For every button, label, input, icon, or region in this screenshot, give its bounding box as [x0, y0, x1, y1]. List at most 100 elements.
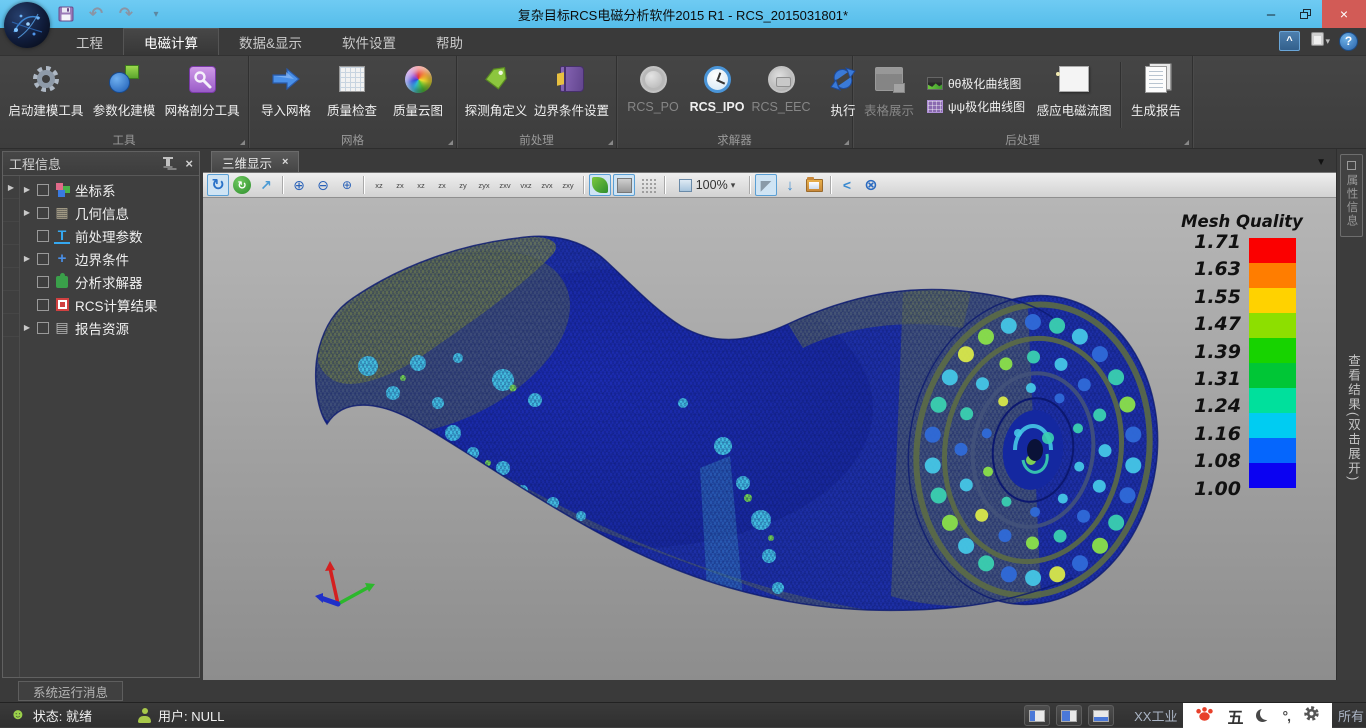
- induced-current-map-button[interactable]: 感应电磁流图: [1031, 58, 1117, 132]
- group-expand-icon[interactable]: [240, 140, 245, 145]
- tab-property-info[interactable]: 属性信息: [1340, 154, 1363, 237]
- boundary-settings-button[interactable]: 边界条件设置: [531, 58, 612, 132]
- save-icon[interactable]: [56, 4, 76, 24]
- help-button[interactable]: ?: [1339, 32, 1358, 51]
- undo-icon[interactable]: ↶: [86, 4, 106, 24]
- tab-project[interactable]: 工程: [56, 28, 123, 55]
- collapse-ribbon-button[interactable]: ^: [1279, 31, 1300, 51]
- pin-icon[interactable]: [161, 157, 175, 171]
- minimize-button[interactable]: –: [1254, 0, 1288, 28]
- surface-view-button[interactable]: [613, 174, 635, 196]
- zoom-in-button[interactable]: ⊕: [288, 174, 310, 196]
- tab-system-messages[interactable]: 系统运行消息: [18, 681, 123, 701]
- tab-3d-display[interactable]: 三维显示 ×: [211, 151, 299, 172]
- capture-button[interactable]: [803, 174, 825, 196]
- psi-polarization-curve-button[interactable]: ψψ极化曲线图: [927, 98, 1025, 115]
- quality-check-button[interactable]: 质量检查: [319, 58, 385, 132]
- tab-list-dropdown-icon[interactable]: ▼: [1316, 157, 1326, 168]
- select-mode-button[interactable]: ◤: [755, 174, 777, 196]
- tree-item-coordinate-system[interactable]: ▶ 坐标系: [20, 178, 199, 201]
- rcs-ipo-solver-button[interactable]: RCS_IPO: [685, 58, 749, 132]
- mesh-model-3d[interactable]: [203, 198, 1336, 679]
- drop-view-button[interactable]: ↓: [779, 174, 801, 196]
- rotate-view-button[interactable]: ↻: [207, 174, 229, 196]
- expander-icon[interactable]: ▶: [22, 208, 32, 217]
- pan-zoom-button[interactable]: ↗: [255, 174, 277, 196]
- tab-close-icon[interactable]: ×: [282, 156, 288, 168]
- tab-help[interactable]: 帮助: [416, 28, 483, 55]
- table-display-button[interactable]: 表格展示: [857, 58, 921, 132]
- quality-cloud-button[interactable]: 质量云图: [385, 58, 451, 132]
- tree-item-boundary-conditions[interactable]: ▶ + 边界条件: [20, 247, 199, 270]
- root-expander-icon[interactable]: ▶: [6, 183, 16, 192]
- tab-software-settings[interactable]: 软件设置: [322, 28, 416, 55]
- cancel-button[interactable]: ⊗: [860, 174, 882, 196]
- layout-wide-panel-button[interactable]: [1056, 705, 1082, 726]
- launch-modeling-tool-button[interactable]: 启动建模工具: [4, 58, 88, 132]
- refresh-view-button[interactable]: ↻: [231, 174, 253, 196]
- tree-item-report-resources[interactable]: ▶ ▤ 报告资源: [20, 316, 199, 339]
- generate-report-button[interactable]: 生成报告: [1124, 58, 1188, 132]
- shaded-view-button[interactable]: [589, 174, 611, 196]
- layout-left-panel-button[interactable]: [1024, 705, 1050, 726]
- probe-angle-button[interactable]: 探测角定义: [461, 58, 531, 132]
- view-orientation-button[interactable]: zvx: [537, 175, 557, 195]
- zoom-out-button[interactable]: ⊖: [312, 174, 334, 196]
- view-orientation-button[interactable]: zxv: [495, 175, 515, 195]
- rcs-eec-solver-button[interactable]: RCS_EEC: [749, 58, 813, 132]
- mesh-partition-tool-button[interactable]: 网格剖分工具: [160, 58, 244, 132]
- tree-item-rcs-results[interactable]: RCS计算结果: [20, 293, 199, 316]
- ime-logo-paw-icon[interactable]: [1195, 705, 1214, 727]
- view-results-collapsed-tab[interactable]: 查看结果(双击展开): [1344, 354, 1363, 482]
- layout-bottom-panel-button[interactable]: [1088, 705, 1114, 726]
- import-mesh-button[interactable]: 导入网格: [253, 58, 319, 132]
- restore-icon: [1300, 9, 1311, 19]
- tab-data-display[interactable]: 数据&显示: [219, 28, 322, 55]
- print-tool-button[interactable]: ▾: [1309, 31, 1330, 51]
- group-expand-icon[interactable]: [1184, 140, 1189, 145]
- checkbox[interactable]: [37, 276, 49, 288]
- rcs-po-solver-button[interactable]: RCS_PO: [621, 58, 685, 132]
- group-expand-icon[interactable]: [844, 140, 849, 145]
- share-button[interactable]: <: [836, 174, 858, 196]
- view-orientation-button[interactable]: xz: [369, 175, 389, 195]
- wireframe-points-button[interactable]: [637, 174, 659, 196]
- group-expand-icon[interactable]: [608, 140, 613, 145]
- tree-item-preprocess-params[interactable]: T 前处理参数: [20, 224, 199, 247]
- view-orientation-button[interactable]: zyx: [474, 175, 494, 195]
- view-orientation-button[interactable]: zx: [390, 175, 410, 195]
- redo-icon[interactable]: ↷: [116, 4, 136, 24]
- quick-access-dropdown-icon[interactable]: ▾: [146, 4, 166, 24]
- parametric-modeling-button[interactable]: 参数化建模: [88, 58, 160, 132]
- tree-item-analysis-solver[interactable]: 分析求解器: [20, 270, 199, 293]
- ime-wubi-mode[interactable]: 五: [1227, 704, 1243, 728]
- group-expand-icon[interactable]: [448, 140, 453, 145]
- close-button[interactable]: ×: [1322, 0, 1366, 28]
- viewport-3d[interactable]: Mesh Quality 1.711.631.551.471.391.311.2…: [203, 198, 1336, 680]
- checkbox[interactable]: [37, 230, 49, 242]
- tree-item-geometry-info[interactable]: ▶ ▦ 几何信息: [20, 201, 199, 224]
- view-orientation-button[interactable]: xz: [411, 175, 431, 195]
- checkbox[interactable]: [37, 253, 49, 265]
- ime-halfwidth-moon-icon[interactable]: [1256, 709, 1269, 722]
- view-orientation-button[interactable]: vxz: [516, 175, 536, 195]
- expander-icon[interactable]: ▶: [22, 185, 32, 194]
- zoom-level-select[interactable]: 100% ▾: [670, 174, 744, 196]
- ime-punctuation-toggle[interactable]: °,: [1282, 708, 1290, 724]
- checkbox[interactable]: [37, 299, 49, 311]
- restore-button[interactable]: [1288, 0, 1322, 28]
- checkbox[interactable]: [37, 184, 49, 196]
- expander-icon[interactable]: ▶: [22, 323, 32, 332]
- theta-polarization-curve-button[interactable]: θθ极化曲线图: [927, 75, 1025, 92]
- view-orientation-button[interactable]: zx: [432, 175, 452, 195]
- tab-em-computation[interactable]: 电磁计算: [123, 28, 219, 55]
- zoom-window-button[interactable]: ⊕: [336, 174, 358, 196]
- panel-close-icon[interactable]: ×: [185, 156, 193, 171]
- zoom-level-value: 100%: [696, 178, 728, 192]
- ime-settings-gear-icon[interactable]: [1303, 705, 1320, 727]
- expander-icon[interactable]: ▶: [22, 254, 32, 263]
- view-orientation-button[interactable]: zy: [453, 175, 473, 195]
- view-orientation-button[interactable]: zxy: [558, 175, 578, 195]
- checkbox[interactable]: [37, 322, 49, 334]
- checkbox[interactable]: [37, 207, 49, 219]
